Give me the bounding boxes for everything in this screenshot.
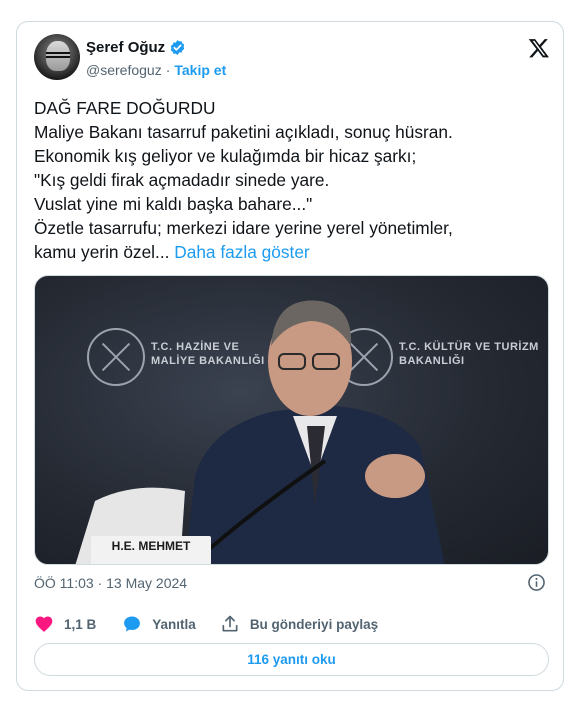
share-button[interactable]: Bu gönderiyi paylaş	[220, 614, 378, 634]
tweet-text: DAĞ FARE DOĞURDU Maliye Bakanı tasarruf …	[34, 96, 544, 264]
read-replies-button[interactable]: 116 yanıtı oku	[34, 643, 549, 676]
handle-separator: ·	[165, 62, 171, 78]
author-handle[interactable]: @serefoguz	[86, 62, 162, 78]
author-handle-row: @serefoguz · Takip et	[86, 62, 226, 78]
reply-button[interactable]: Yanıtla	[122, 614, 196, 634]
share-icon	[222, 615, 238, 632]
x-logo-icon[interactable]	[528, 37, 550, 59]
follow-link[interactable]: Takip et	[174, 62, 226, 78]
heart-icon	[35, 616, 53, 632]
author-name[interactable]: Şeref Oğuz	[86, 39, 165, 56]
avatar-glasses	[46, 52, 70, 58]
show-more-link[interactable]: Daha fazla göster	[174, 242, 309, 262]
tweet-card: Şeref Oğuz @serefoguz · Takip et DAĞ FAR…	[16, 21, 564, 691]
tweet-actions: 1,1 B Yanıtla Bu gönderiyi paylaş	[34, 614, 378, 634]
share-label: Bu gönderiyi paylaş	[249, 616, 379, 632]
tweet-timestamp[interactable]: ÖÖ 11:03 · 13 May 2024	[34, 575, 187, 591]
speaker-figure	[75, 300, 445, 564]
tweet-photo[interactable]: T.C. HAZİNE VE MALİYE BAKANLIĞI T.C. KÜL…	[34, 275, 549, 565]
author-name-row: Şeref Oğuz	[86, 39, 186, 56]
verified-badge-icon	[170, 40, 185, 55]
reply-label: Yanıtla	[152, 616, 196, 632]
tweet-body: DAĞ FARE DOĞURDU Maliye Bakanı tasarruf …	[34, 98, 453, 262]
like-count: 1,1 B	[64, 616, 97, 632]
info-icon[interactable]	[527, 573, 546, 592]
avatar[interactable]	[34, 34, 80, 80]
speaker-nameplate: H.E. MEHMET	[91, 536, 211, 564]
reply-bubble-icon	[124, 616, 141, 632]
like-button[interactable]: 1,1 B	[34, 614, 96, 634]
